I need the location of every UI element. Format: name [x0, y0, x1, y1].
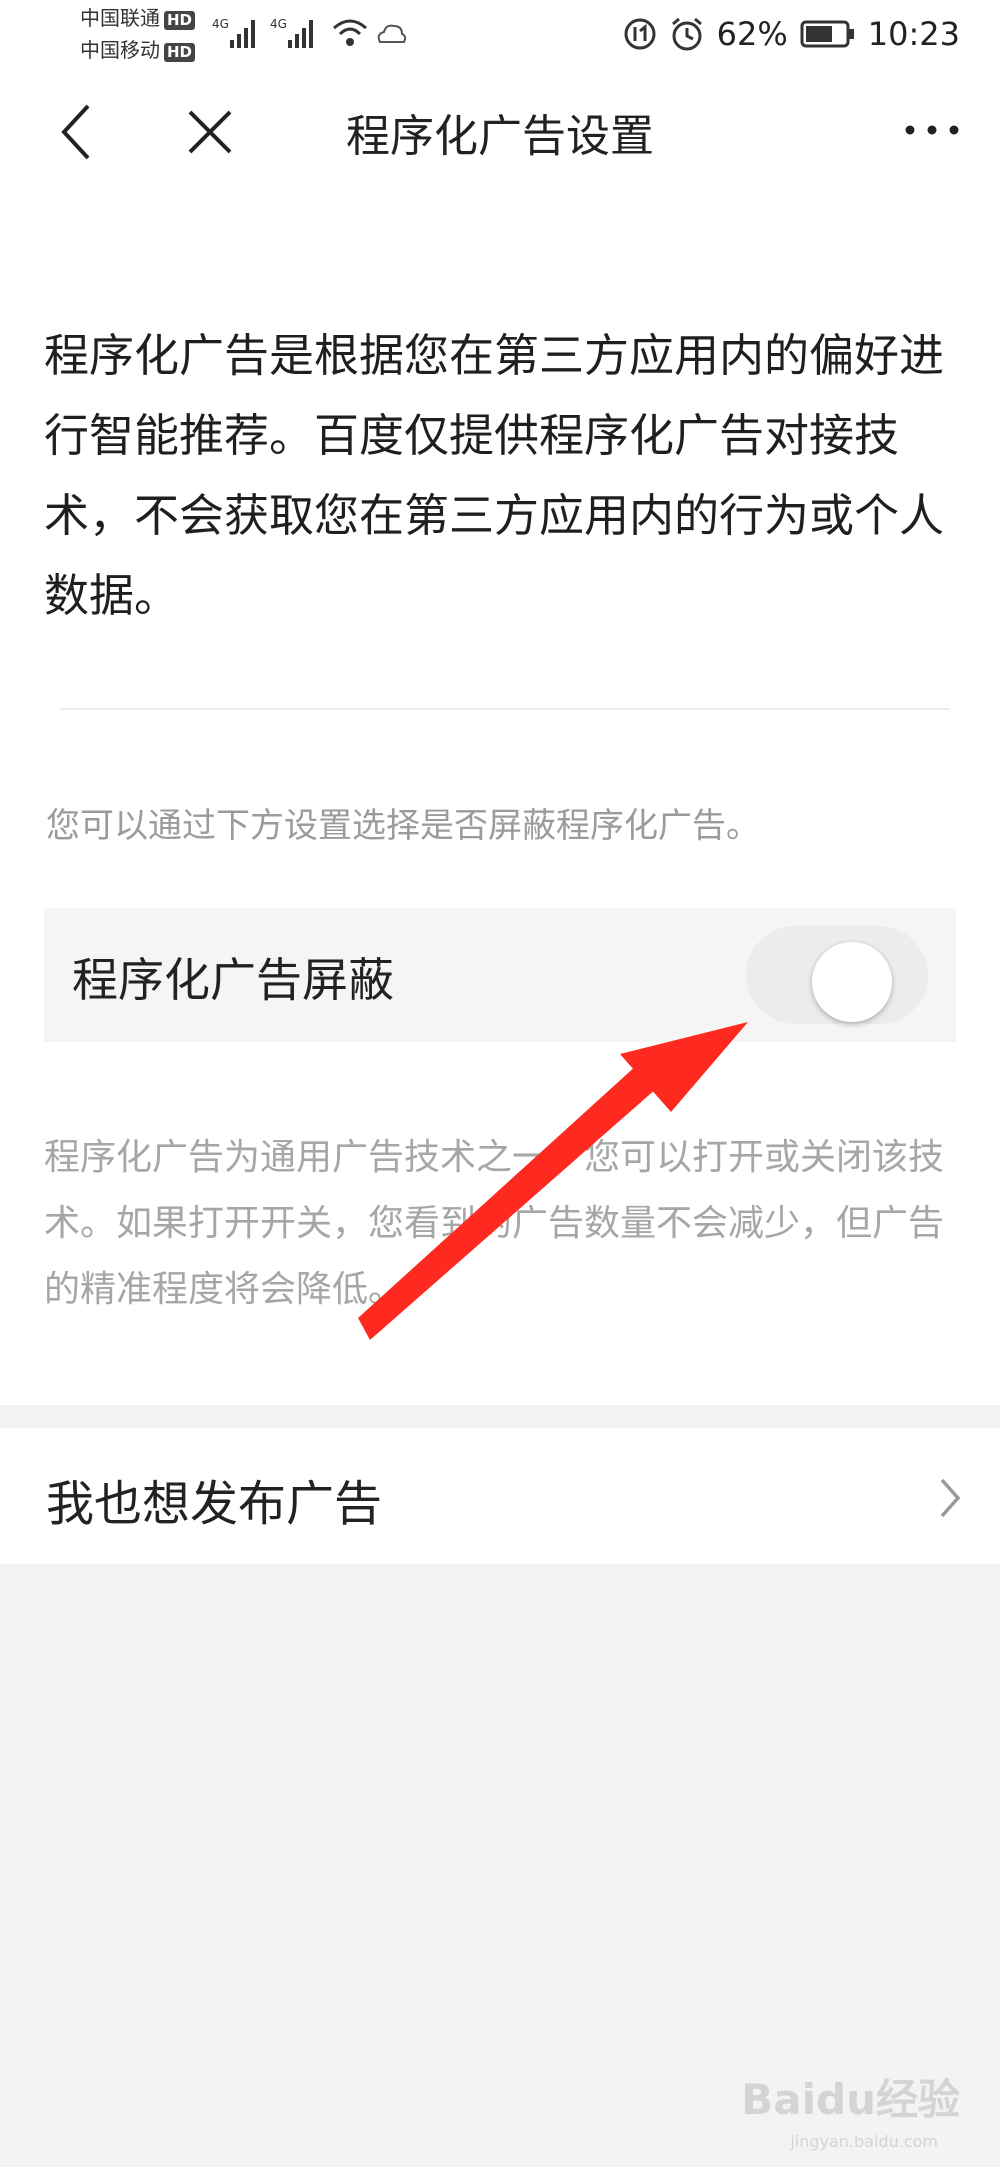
- status-right: 62% 10:23: [623, 12, 960, 56]
- battery-percent: 62%: [716, 15, 788, 53]
- hint-text: 您可以通过下方设置选择是否屏蔽程序化广告。: [46, 806, 760, 846]
- status-bar: 中国联通 HD 中国移动 HD 4G 4G 62% 10:23: [0, 0, 1000, 70]
- clock: 10:23: [867, 15, 960, 53]
- wifi-icon: [333, 19, 367, 46]
- weather-icon: [377, 24, 407, 43]
- divider: [60, 708, 950, 710]
- publish-ads-label: 我也想发布广告: [46, 1476, 383, 1532]
- hd-badge-1: HD: [164, 11, 196, 30]
- carrier-1: 中国联通 HD: [80, 6, 196, 30]
- data-saver-icon: [624, 18, 656, 50]
- content-section: 程序化广告是根据您在第三方应用内的偏好进行智能推荐。百度仅提供程序化广告对接技术…: [0, 190, 1000, 1405]
- nav-bar: 程序化广告设置: [0, 70, 1000, 190]
- chevron-right-icon: [940, 1478, 961, 1518]
- carrier-2-label: 中国移动: [80, 38, 160, 62]
- page-title: 程序化广告设置: [346, 111, 654, 162]
- ad-block-toggle[interactable]: [746, 926, 928, 1024]
- battery-icon: [800, 20, 854, 48]
- hd-badge-2: HD: [164, 43, 196, 62]
- toggle-row-ad-block: 程序化广告屏蔽: [44, 908, 956, 1042]
- note-text: 程序化广告为通用广告技术之一，您可以打开或关闭该技术。如果打开开关，您看到的广告…: [44, 1137, 945, 1310]
- baidu-watermark-url: jingyan.baidu.com: [790, 2132, 938, 2151]
- network-type-label-1: 4G: [212, 17, 229, 31]
- alarm-icon: [671, 17, 702, 51]
- toggle-knob: [812, 942, 892, 1022]
- signal-icon-1: 4G: [212, 17, 255, 48]
- publish-ads-row[interactable]: 我也想发布广告: [0, 1428, 1000, 1564]
- intro-text: 程序化广告是根据您在第三方应用内的偏好进行智能推荐。百度仅提供程序化广告对接技术…: [44, 329, 945, 622]
- toggle-label: 程序化广告屏蔽: [72, 953, 394, 1007]
- carrier-1-label: 中国联通: [80, 6, 160, 30]
- baidu-watermark: Baidu经验: [741, 2075, 960, 2124]
- carrier-2: 中国移动 HD: [80, 38, 196, 62]
- network-type-label-2: 4G: [270, 17, 287, 31]
- more-icon[interactable]: [904, 120, 960, 140]
- signal-icon-2: 4G: [270, 17, 313, 48]
